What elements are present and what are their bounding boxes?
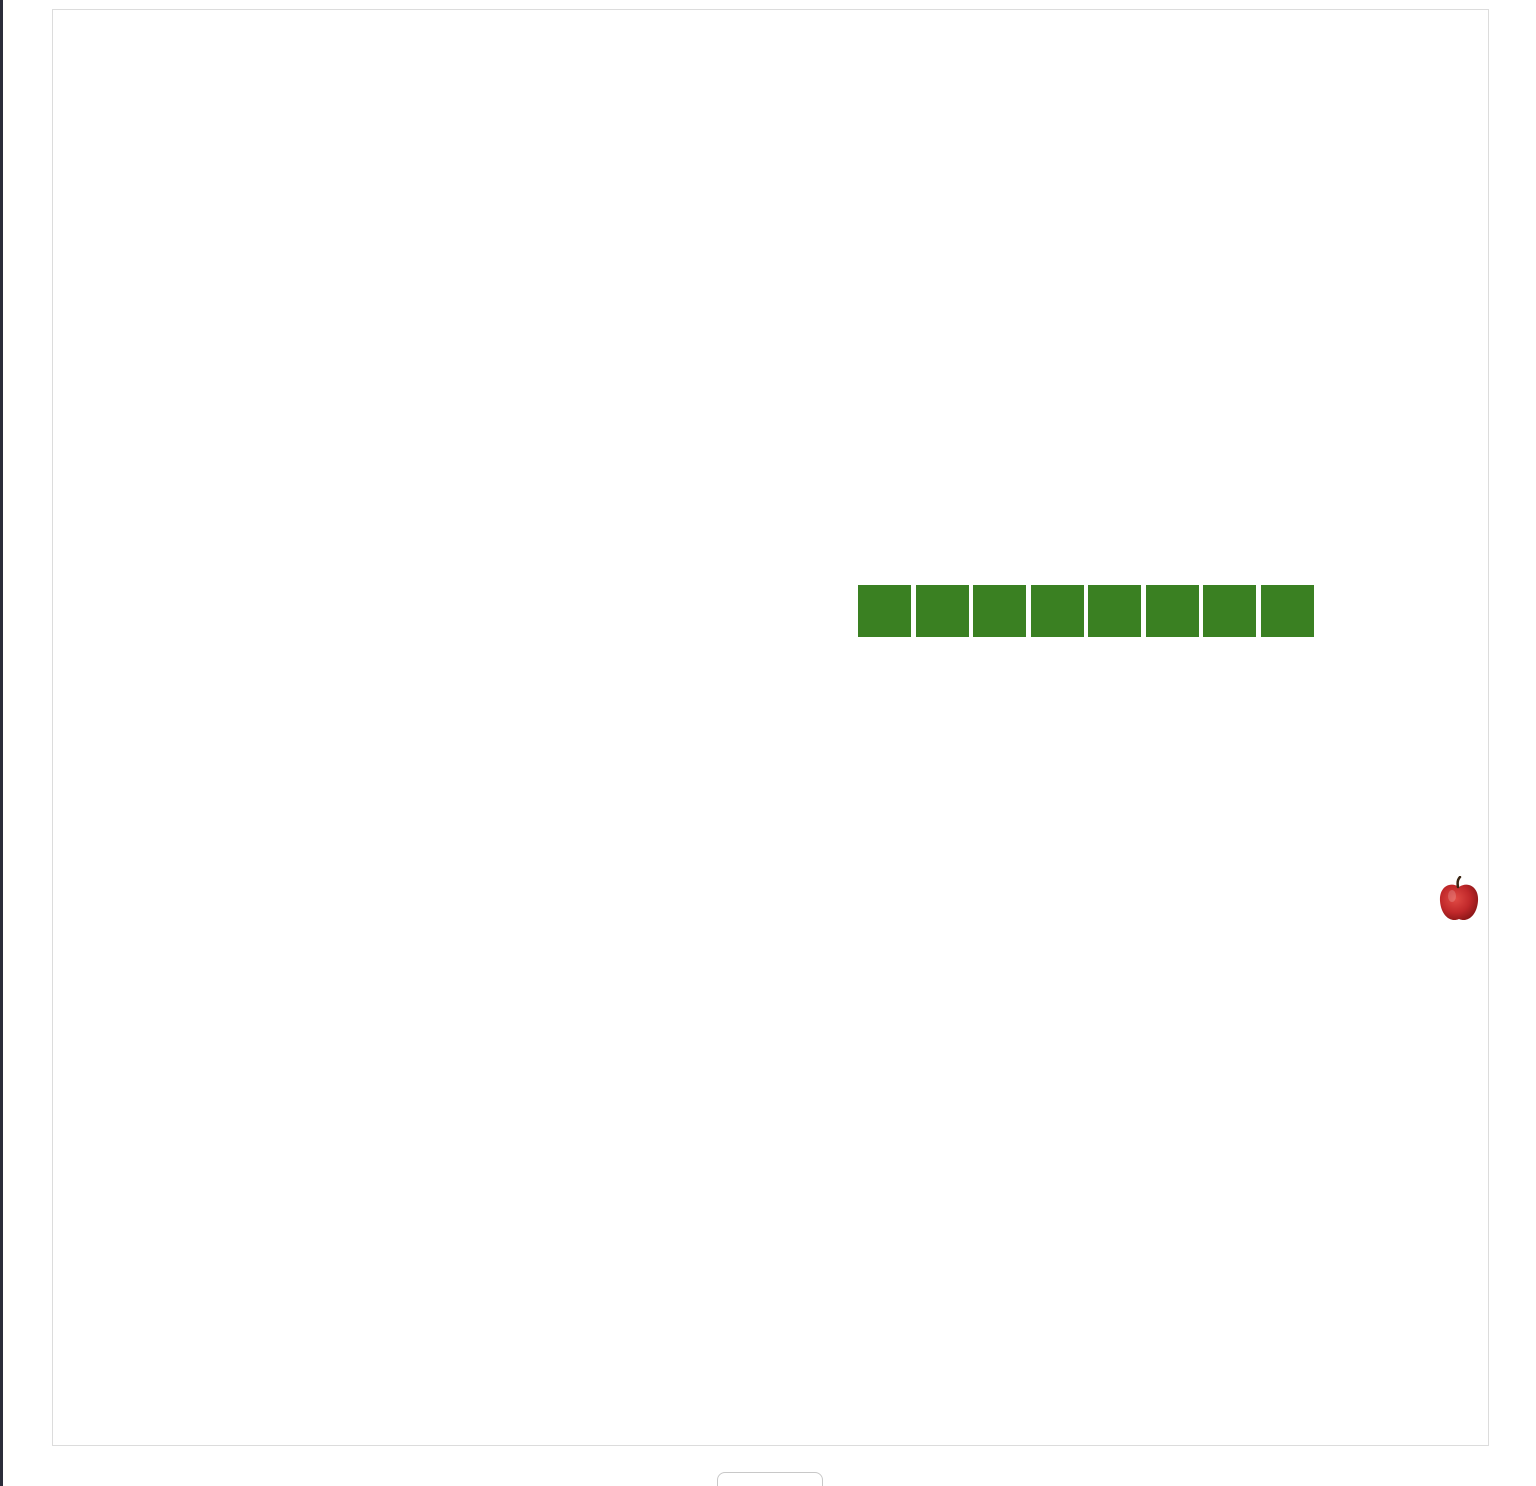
snake-segment (1202, 584, 1257, 638)
snake-segment (1259, 584, 1315, 638)
snake-segment (914, 584, 970, 638)
snake-segment (1087, 584, 1142, 638)
game-page (0, 0, 1536, 1486)
snake-segment (1029, 584, 1085, 638)
apple-icon (1435, 875, 1483, 926)
game-board[interactable] (52, 9, 1489, 1446)
window-edge (0, 0, 3, 1486)
snake-segment (1144, 584, 1200, 638)
game-control-button[interactable] (717, 1472, 823, 1486)
snake-segment (857, 584, 912, 638)
snake-segment (972, 584, 1027, 638)
